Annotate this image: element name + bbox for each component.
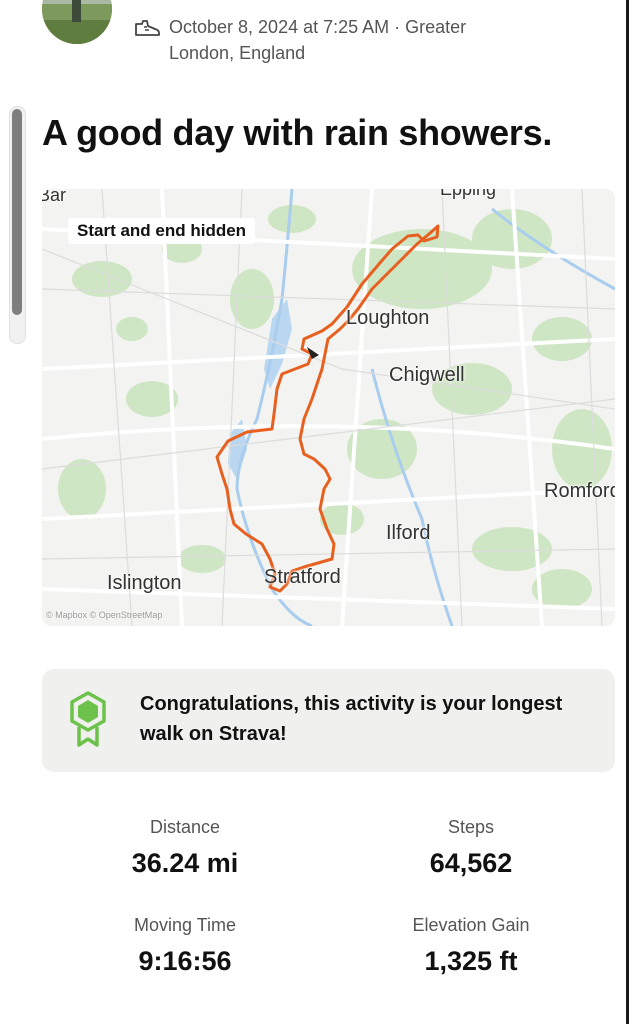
achievement-message: Congratulations, this activity is your l… (140, 693, 563, 745)
map-privacy-badge: Start and end hidden (68, 218, 256, 244)
map-label-islington: Islington (107, 572, 182, 594)
stat-label: Moving Time (133, 915, 237, 935)
map-label-stratford: Stratford (264, 566, 341, 588)
stat-label: Steps (447, 817, 495, 837)
map-label-chigwell: Chigwell (389, 364, 465, 386)
map-label-barnet: Bar (42, 189, 67, 205)
activity-date-location: October 8, 2024 at 7:25 AM · Greater Lon… (169, 17, 467, 63)
map-label-romford: Romford (544, 480, 615, 502)
stat-value: 36.24 mi (131, 848, 239, 878)
achievement-badge-icon (70, 691, 106, 747)
activity-title: A good day with rain showers. (42, 112, 553, 153)
scrollbar-thumb[interactable] (12, 109, 22, 315)
stat-value: 64,562 (429, 848, 513, 878)
stat-value: 9:16:56 (138, 946, 232, 976)
stat-label: Elevation Gain (412, 915, 530, 935)
route-map[interactable]: Start and end hidden Epping Bar Loughton… (42, 189, 615, 626)
stat-distance: Distance 36.24 mi (65, 817, 305, 879)
map-label-epping: Epping (440, 189, 497, 199)
activity-meta: October 8, 2024 at 7:25 AM · Greater Lon… (133, 14, 513, 66)
stat-elevation-gain: Elevation Gain 1,325 ft (351, 915, 591, 977)
walk-shoe-icon (135, 20, 160, 36)
stat-value: 1,325 ft (424, 946, 518, 976)
athlete-avatar[interactable] (42, 0, 112, 44)
map-attribution[interactable]: © Mapbox © OpenStreetMap (46, 610, 162, 620)
stat-label: Distance (149, 817, 221, 837)
stat-steps: Steps 64,562 (351, 817, 591, 879)
map-base (42, 189, 615, 626)
achievement-card[interactable]: Congratulations, this activity is your l… (42, 669, 615, 772)
page-scrollbar[interactable] (9, 106, 26, 344)
map-label-ilford: Ilford (386, 522, 431, 544)
map-label-loughton: Loughton (346, 307, 430, 329)
stat-moving-time: Moving Time 9:16:56 (65, 915, 305, 977)
